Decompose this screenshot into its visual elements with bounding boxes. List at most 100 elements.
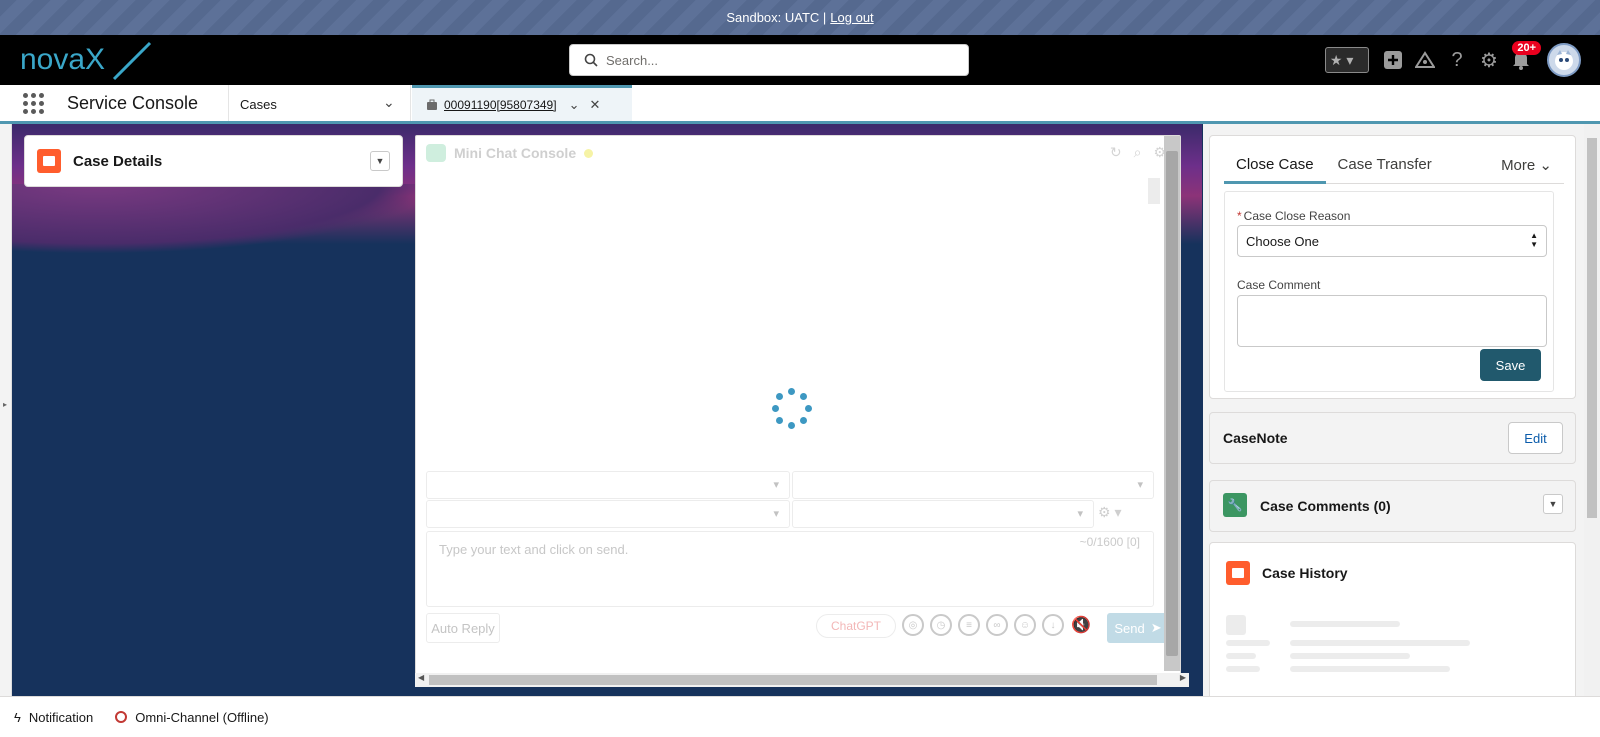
reason-label-text: Case Close Reason xyxy=(1243,209,1351,223)
skeleton-placeholder xyxy=(1226,615,1246,635)
nav-object-selector[interactable]: Cases xyxy=(240,97,277,112)
clock-icon[interactable]: ◷ xyxy=(930,614,952,636)
star-icon: ★ xyxy=(1326,51,1343,68)
setup-gear-icon[interactable]: ⚙ xyxy=(1473,45,1505,75)
user-avatar[interactable] xyxy=(1547,43,1581,77)
chevron-down-icon: ▾ xyxy=(1342,51,1354,68)
translate-icon[interactable]: ◎ xyxy=(902,614,924,636)
tab-case-transfer[interactable]: Case Transfer xyxy=(1326,148,1444,184)
mini-chat-console: Mini Chat Console ↻ ⌕ ⚙ ⚙ ▾ ~0/1600 [0] … xyxy=(415,135,1181,681)
status-dot-icon xyxy=(584,148,594,158)
notification-label: Notification xyxy=(28,709,94,725)
scroll-left-icon[interactable]: ◀ xyxy=(418,673,424,682)
scroll-right-icon[interactable]: ▶ xyxy=(1180,673,1186,682)
case-close-reason-label: * Case Close Reason xyxy=(1237,209,1350,223)
horizontal-scrollbar[interactable]: ◀ ▶ xyxy=(415,673,1189,687)
case-details-title: Case Details xyxy=(73,152,163,170)
sandbox-banner: Sandbox: UATC | Log out xyxy=(0,0,1600,35)
search-input[interactable] xyxy=(606,52,946,68)
skeleton-placeholder xyxy=(1290,640,1470,646)
chat-title: Mini Chat Console xyxy=(454,145,577,161)
notifications-bell-icon[interactable]: 20+ xyxy=(1505,41,1541,75)
mute-icon[interactable]: 🔇 xyxy=(1070,614,1092,636)
chat-header: Mini Chat Console xyxy=(426,144,594,162)
case-comments-card: 🔧 Case Comments (0) ▼ xyxy=(1209,480,1576,532)
chatgpt-button[interactable]: ChatGPT xyxy=(816,614,896,638)
attachment-icon[interactable]: ∞ xyxy=(986,614,1008,636)
case-comment-field[interactable] xyxy=(1237,295,1547,347)
close-case-card: Close Case Case Transfer More ⌄ * Case Cl… xyxy=(1209,135,1576,399)
send-arrow-icon: ➤ xyxy=(1150,620,1162,635)
help-icon[interactable]: ? xyxy=(1441,45,1473,75)
wrench-icon: 🔧 xyxy=(1223,493,1247,517)
chat-scrollbar[interactable] xyxy=(1164,136,1180,671)
notification-badge: 20+ xyxy=(1512,41,1541,55)
tab-close-icon[interactable]: ✕ xyxy=(589,97,600,113)
search-icon xyxy=(584,53,598,67)
novax-logo[interactable]: novaX xyxy=(18,39,158,81)
header-icons: ★ ▾ ? ⚙ 20+ xyxy=(1325,41,1581,77)
refresh-icon[interactable]: ↻ xyxy=(1110,144,1122,161)
casenote-title: CaseNote xyxy=(1223,430,1288,446)
chat-toolbar: ◎ ◷ ≡ ∞ ☺ ↓ 🔇 xyxy=(902,614,1092,636)
auto-reply-button[interactable]: Auto Reply xyxy=(426,613,500,643)
case-comments-title: Case Comments (0) xyxy=(1260,498,1391,514)
chat-select-3[interactable] xyxy=(426,500,790,528)
loading-spinner-icon xyxy=(772,388,812,429)
case-comments-dropdown-button[interactable]: ▼ xyxy=(1543,494,1563,514)
chat-select-2[interactable] xyxy=(792,471,1154,499)
add-icon[interactable] xyxy=(1377,45,1409,75)
nav-divider xyxy=(410,85,411,121)
main-workspace: ▸ Case Details ▼ Mini Chat Console ↻ ⌕ ⚙… xyxy=(0,124,1600,696)
tab-menu-chevron-icon[interactable]: ⌄ xyxy=(569,97,580,113)
tab-more[interactable]: More ⌄ xyxy=(1489,148,1564,183)
favorites-button[interactable]: ★ ▾ xyxy=(1325,47,1369,73)
app-launcher-icon[interactable] xyxy=(23,93,45,115)
right-scrollbar[interactable] xyxy=(1584,124,1600,696)
send-button[interactable]: Send ➤ xyxy=(1107,613,1169,643)
chat-icon xyxy=(426,144,446,162)
tab-label[interactable]: 00091190[95807349] xyxy=(444,98,557,112)
case-comment-label: Case Comment xyxy=(1237,278,1321,292)
trailhead-icon[interactable] xyxy=(1409,45,1441,75)
logout-link[interactable]: Log out xyxy=(830,10,873,25)
emoji-icon[interactable]: ☺ xyxy=(1014,614,1036,636)
briefcase-icon xyxy=(427,99,437,110)
case-icon xyxy=(1226,561,1250,585)
sandbox-text: Sandbox: UATC | xyxy=(726,10,827,25)
lightning-icon: ϟ xyxy=(14,709,21,725)
select-arrows-icon: ▲ ▼ xyxy=(1530,231,1538,249)
skeleton-placeholder xyxy=(1290,666,1450,672)
search-icon[interactable]: ⌕ xyxy=(1134,144,1142,161)
action-tabs: Close Case Case Transfer More ⌄ xyxy=(1224,148,1564,184)
tab-more-label: More xyxy=(1501,157,1536,174)
chat-select-4[interactable] xyxy=(792,500,1094,528)
casenote-edit-button[interactable]: Edit xyxy=(1508,422,1563,454)
case-history-card: Case History xyxy=(1209,542,1576,696)
chevron-down-icon[interactable]: ⌄ xyxy=(383,94,395,111)
chat-message-input[interactable] xyxy=(426,531,1154,607)
chat-select-1[interactable] xyxy=(426,471,790,499)
notification-utility[interactable]: ϟ Notification xyxy=(14,710,93,725)
skeleton-placeholder xyxy=(1226,666,1260,672)
case-icon xyxy=(37,149,61,173)
case-details-dropdown-button[interactable]: ▼ xyxy=(370,151,390,171)
global-search[interactable] xyxy=(569,44,969,76)
omni-channel-label: Omni-Channel (Offline) xyxy=(135,709,269,725)
tab-close-case[interactable]: Close Case xyxy=(1224,148,1326,184)
download-icon[interactable]: ↓ xyxy=(1042,614,1064,636)
case-close-reason-select[interactable]: Choose One ▲ ▼ xyxy=(1237,225,1547,257)
messages-scrollbar[interactable] xyxy=(1148,178,1160,468)
send-label: Send xyxy=(1114,620,1145,636)
skeleton-placeholder xyxy=(1226,640,1270,646)
nav-divider xyxy=(228,85,229,121)
left-panel-toggle[interactable]: ▸ xyxy=(0,124,12,696)
omni-channel-utility[interactable]: Omni-Channel (Offline) xyxy=(115,709,269,725)
expand-arrow-icon: ▸ xyxy=(3,400,8,409)
template-icon[interactable]: ≡ xyxy=(958,614,980,636)
save-button[interactable]: Save xyxy=(1480,349,1541,381)
background-wave xyxy=(12,184,432,254)
workspace-tab-case[interactable]: 00091190[95807349] ⌄ ✕ xyxy=(412,85,632,121)
chat-settings-gear-icon[interactable]: ⚙ ▾ xyxy=(1098,504,1121,521)
skeleton-placeholder xyxy=(1290,653,1410,659)
